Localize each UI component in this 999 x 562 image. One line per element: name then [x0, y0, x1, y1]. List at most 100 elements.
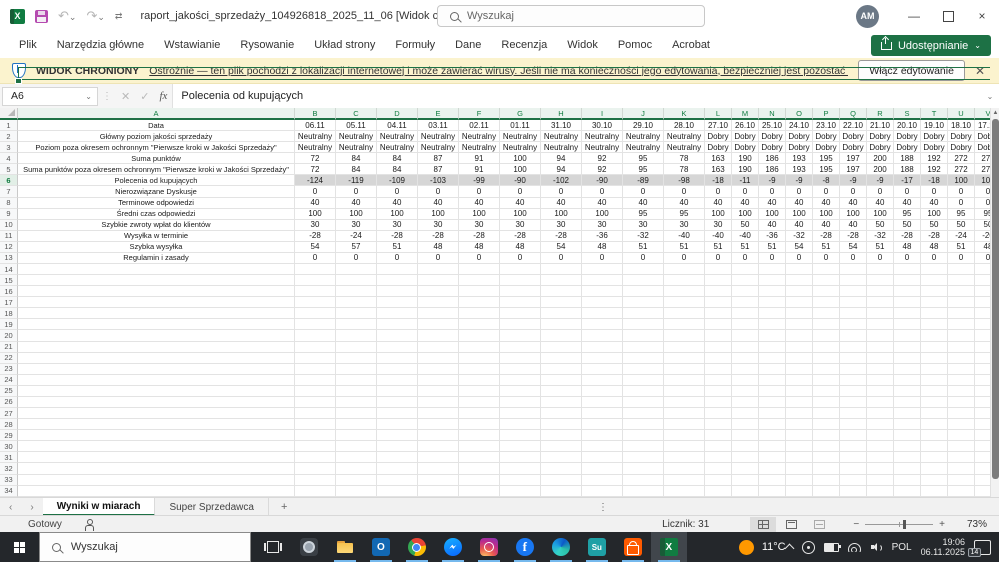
cell-S4[interactable]: 188	[894, 153, 921, 165]
cell-D17[interactable]	[377, 297, 418, 309]
minimize-button[interactable]: —	[897, 0, 931, 32]
cell-T7[interactable]: 0	[921, 186, 948, 198]
column-header-O[interactable]: O	[786, 108, 813, 120]
cell-D24[interactable]	[377, 374, 418, 386]
row-header-26[interactable]: 26	[0, 396, 18, 409]
cell-D18[interactable]	[377, 308, 418, 320]
cell-L1[interactable]: 27.10	[705, 120, 732, 132]
cell-B1[interactable]: 06.11	[295, 120, 336, 132]
tab-narz-dzia-g-wne[interactable]: Narzędzia główne	[48, 35, 153, 55]
cell-R5[interactable]: 200	[867, 164, 894, 176]
cell-K10[interactable]: 30	[664, 219, 705, 231]
cell-S27[interactable]	[894, 408, 921, 420]
cell-N25[interactable]	[759, 385, 786, 397]
cell-F33[interactable]	[459, 474, 500, 486]
cell-Q33[interactable]	[840, 474, 867, 486]
cell-O25[interactable]	[786, 385, 813, 397]
cell-J19[interactable]	[623, 319, 664, 331]
cell-J26[interactable]	[623, 396, 664, 409]
cell-M28[interactable]	[732, 419, 759, 431]
cell-G4[interactable]: 100	[500, 153, 541, 165]
cell-M12[interactable]: 51	[732, 241, 759, 253]
cell-T6[interactable]: -18	[921, 175, 948, 187]
tab-recenzja[interactable]: Recenzja	[492, 35, 556, 55]
cell-D5[interactable]: 84	[377, 164, 418, 176]
cell-V34[interactable]	[975, 486, 990, 497]
cell-L16[interactable]	[705, 286, 732, 298]
vertical-scrollbar[interactable]: ▲	[990, 108, 999, 497]
cell-H3[interactable]: Neutralny	[541, 142, 582, 154]
cell-A16[interactable]	[18, 286, 295, 298]
cell-M26[interactable]	[732, 396, 759, 409]
cell-H17[interactable]	[541, 297, 582, 309]
cell-V32[interactable]	[975, 463, 990, 475]
cell-E23[interactable]	[418, 363, 459, 375]
cell-U10[interactable]: 50	[948, 219, 975, 231]
cell-O1[interactable]: 24.10	[786, 120, 813, 132]
cell-Q26[interactable]	[840, 396, 867, 409]
cell-H10[interactable]: 30	[541, 219, 582, 231]
cell-U14[interactable]	[948, 264, 975, 276]
column-header-C[interactable]: C	[336, 108, 377, 120]
cell-B3[interactable]: Neutralny	[295, 142, 336, 154]
cell-M1[interactable]: 26.10	[732, 120, 759, 132]
cell-C19[interactable]	[336, 319, 377, 331]
cell-Q5[interactable]: 197	[840, 164, 867, 176]
zoom-slider[interactable]	[902, 520, 906, 529]
cell-Q20[interactable]	[840, 330, 867, 342]
cell-P3[interactable]: Dobry	[813, 142, 840, 154]
cell-T24[interactable]	[921, 374, 948, 386]
cell-H22[interactable]	[541, 352, 582, 364]
cell-R8[interactable]: 40	[867, 197, 894, 209]
cell-L27[interactable]	[705, 408, 732, 420]
cell-M31[interactable]	[732, 452, 759, 464]
cell-H19[interactable]	[541, 319, 582, 331]
cell-T8[interactable]: 40	[921, 197, 948, 209]
cell-E14[interactable]	[418, 264, 459, 276]
cell-R15[interactable]	[867, 275, 894, 287]
cell-Q28[interactable]	[840, 419, 867, 431]
cell-I26[interactable]	[582, 396, 623, 409]
cell-L33[interactable]	[705, 474, 732, 486]
row-header-18[interactable]: 18	[0, 308, 18, 320]
cell-G14[interactable]	[500, 264, 541, 276]
cell-I13[interactable]: 0	[582, 252, 623, 265]
cell-G33[interactable]	[500, 474, 541, 486]
cell-O15[interactable]	[786, 275, 813, 287]
name-box[interactable]: A6 ⌄	[2, 86, 98, 106]
cell-J14[interactable]	[623, 264, 664, 276]
cell-V17[interactable]	[975, 297, 990, 309]
cell-E31[interactable]	[418, 452, 459, 464]
cell-P20[interactable]	[813, 330, 840, 342]
cell-T15[interactable]	[921, 275, 948, 287]
cell-L7[interactable]: 0	[705, 186, 732, 198]
cell-I5[interactable]: 92	[582, 164, 623, 176]
cell-O11[interactable]: -32	[786, 230, 813, 242]
cell-O32[interactable]	[786, 463, 813, 475]
cell-C5[interactable]: 84	[336, 164, 377, 176]
cell-Q16[interactable]	[840, 286, 867, 298]
cell-O12[interactable]: 54	[786, 241, 813, 253]
row-header-32[interactable]: 32	[0, 463, 18, 475]
cell-V33[interactable]	[975, 475, 990, 486]
cell-N34[interactable]	[759, 485, 786, 497]
cell-L6[interactable]: -18	[705, 175, 732, 187]
cell-D16[interactable]	[377, 286, 418, 298]
cell-D1[interactable]: 04.11	[377, 120, 418, 132]
cell-P32[interactable]	[813, 463, 840, 475]
cell-P9[interactable]: 100	[813, 208, 840, 220]
cell-G29[interactable]	[500, 430, 541, 442]
cell-G28[interactable]	[500, 419, 541, 431]
cell-V20[interactable]	[975, 330, 990, 342]
cell-G19[interactable]	[500, 319, 541, 331]
sheet-tab-wyniki-w-miarach[interactable]: Wyniki w miarach	[42, 498, 156, 516]
row-header-13[interactable]: 13	[0, 252, 18, 265]
cell-U22[interactable]	[948, 352, 975, 364]
cell-K12[interactable]: 51	[664, 241, 705, 253]
taskview-taskbar-button[interactable]	[255, 532, 291, 562]
cell-U34[interactable]	[948, 485, 975, 497]
close-button[interactable]: ×	[965, 0, 999, 32]
cell-R32[interactable]	[867, 463, 894, 475]
cell-F12[interactable]: 48	[459, 241, 500, 253]
cell-I24[interactable]	[582, 374, 623, 386]
